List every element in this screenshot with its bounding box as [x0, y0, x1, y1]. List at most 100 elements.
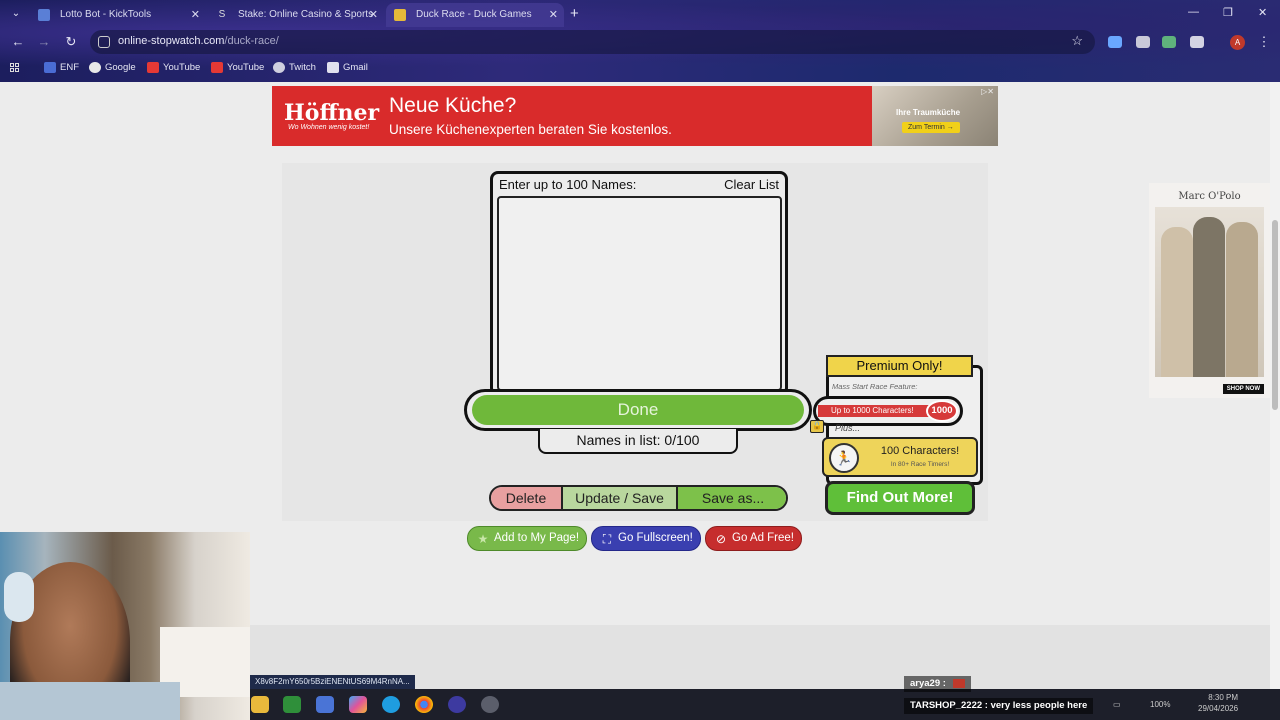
app-icon[interactable] — [316, 696, 334, 713]
tab-search-chevron-icon[interactable]: ⌄ — [6, 4, 26, 24]
model-figure — [1193, 217, 1225, 377]
bookmark-youtube[interactable]: YouTube — [147, 62, 200, 73]
maximize-icon[interactable]: ❐ — [1223, 6, 1233, 19]
delete-button[interactable]: Delete — [491, 487, 561, 509]
done-button-frame: Done — [464, 389, 812, 431]
ad-slogan: Wo Wohnen wenig kostet! — [288, 124, 370, 131]
go-fullscreen-button[interactable]: ⛶ Go Fullscreen! — [591, 526, 701, 551]
chrome-icon[interactable] — [415, 696, 433, 713]
premium-plus: Plus... — [835, 423, 861, 433]
bookmark-label: Twitch — [289, 62, 316, 73]
ad-close-icon[interactable]: ▷✕ — [981, 87, 994, 96]
gmail-icon — [327, 62, 339, 73]
tab-stake[interactable]: S Stake: Online Casino & Sports ✕ — [208, 3, 384, 27]
kitchen-photo: Ihre Traumküche Zum Termin → ▷✕ — [872, 86, 998, 146]
site-info-icon[interactable] — [98, 36, 110, 48]
reload-icon[interactable]: ↻ — [63, 34, 79, 50]
bookmark-enf[interactable]: ENF — [44, 62, 79, 73]
tab-duck-race[interactable]: Duck Race - Duck Games ✕ — [386, 3, 564, 27]
bookmark-label: Google — [105, 62, 136, 73]
extensions-puzzle-icon[interactable] — [1190, 36, 1204, 48]
tab-title: Lotto Bot - KickTools — [60, 9, 152, 20]
premium-characters-box: 🏃 100 Characters! In 80+ Race Timers! — [822, 437, 978, 477]
names-textarea[interactable] — [497, 196, 782, 391]
tab-bar: ⌄ Lotto Bot - KickTools ✕ S Stake: Onlin… — [0, 0, 1280, 28]
stake-favicon-icon: S — [218, 9, 226, 20]
profile-avatar[interactable]: A — [1230, 35, 1245, 50]
bookmark-label: YouTube — [163, 62, 201, 73]
hoeffner-logo: Höffner — [284, 100, 380, 126]
update-save-button[interactable]: Update / Save — [561, 487, 676, 509]
premium-bar-text: Up to 1000 Characters! — [818, 405, 938, 417]
omnibox[interactable]: online-stopwatch.com/duck-race/ ☆ — [90, 30, 1095, 54]
model-figure — [1161, 227, 1193, 377]
close-tab-icon[interactable]: ✕ — [549, 3, 558, 27]
ad-subline: Unsere Küchenexperten beraten Sie kosten… — [389, 122, 672, 137]
no-ads-icon: ⊘ — [715, 532, 727, 546]
names-count: Names in list: 0/100 — [538, 429, 738, 454]
obs-icon[interactable] — [481, 696, 499, 713]
close-tab-icon[interactable]: ✕ — [369, 3, 378, 27]
premium-mass-label: Mass Start Race Feature: — [832, 382, 918, 391]
marc-opolo-side-ad[interactable]: Marc O'Polo SHOP NOW — [1149, 183, 1270, 398]
extension-icon[interactable] — [1136, 36, 1150, 48]
go-ad-free-label: Go Ad Free! — [732, 532, 795, 544]
clear-list-button[interactable]: Clear List — [724, 177, 779, 192]
status-bar-url: X8v8F2mY650r5BziENENtUS69M4RnNA... — [250, 675, 415, 689]
find-out-more-button[interactable]: Find Out More! — [825, 481, 975, 515]
premium-bar-number: 1000 — [926, 400, 958, 422]
forward-icon[interactable]: → — [36, 34, 52, 49]
scrollbar-thumb[interactable] — [1272, 220, 1278, 410]
emote-icon — [952, 678, 965, 688]
browser-chrome: ⌄ Lotto Bot - KickTools ✕ S Stake: Onlin… — [0, 0, 1280, 82]
edge-icon[interactable] — [382, 696, 400, 713]
url-text: online-stopwatch.com/duck-race/ — [118, 35, 279, 47]
minimize-icon[interactable]: — — [1188, 6, 1199, 18]
file-explorer-icon[interactable] — [251, 696, 269, 713]
save-as-button[interactable]: Save as... — [676, 487, 786, 509]
close-tab-icon[interactable]: ✕ — [191, 3, 200, 27]
premium-chars-sub: In 80+ Race Timers! — [890, 461, 950, 468]
list-actions: Delete Update / Save Save as... — [489, 485, 788, 511]
tab-title: Duck Race - Duck Games — [416, 9, 532, 20]
close-window-icon[interactable]: ✕ — [1258, 6, 1267, 19]
menu-kebab-icon[interactable]: ⋮ — [1256, 34, 1272, 50]
app-icon[interactable] — [448, 696, 466, 713]
xbox-icon[interactable] — [283, 696, 301, 713]
done-button[interactable]: Done — [472, 395, 804, 425]
runner-icon: 🏃 — [829, 443, 859, 473]
streamer-shirt — [0, 682, 180, 720]
chat-overlay: arya29 : TARSHOP_2222 : very less people… — [900, 676, 1280, 720]
names-entry-panel: Enter up to 100 Names: Clear List — [490, 171, 788, 396]
hoeffner-banner-ad[interactable]: Höffner Wo Wohnen wenig kostet! Neue Küc… — [272, 86, 998, 146]
address-bar-row: ← → ↻ online-stopwatch.com/duck-race/ ☆ … — [0, 28, 1280, 56]
google-icon — [89, 62, 101, 73]
bookmark-youtube[interactable]: YouTube — [211, 62, 264, 73]
tab-title: Stake: Online Casino & Sports — [238, 9, 374, 20]
bookmark-label: ENF — [60, 62, 79, 73]
chat-text: very less people here — [990, 700, 1088, 711]
extension-icon[interactable] — [1162, 36, 1176, 48]
url-path: /duck-race/ — [224, 35, 279, 47]
shop-now-button[interactable]: SHOP NOW — [1222, 384, 1264, 394]
bookmarks-bar: ENF Google YouTube YouTube Twitch Gmail — [0, 56, 1280, 80]
back-icon[interactable]: ← — [10, 34, 26, 49]
premium-chars: 100 Characters! — [880, 445, 960, 457]
ad-cta-button[interactable]: Zum Termin → — [902, 122, 960, 133]
extension-icon[interactable] — [1108, 36, 1122, 48]
new-tab-icon[interactable]: + — [570, 5, 579, 22]
tab-lotto-bot[interactable]: Lotto Bot - KickTools ✕ — [30, 3, 206, 27]
star-icon: ★ — [477, 532, 489, 546]
names-panel-title: Enter up to 100 Names: — [499, 177, 637, 192]
bookmark-star-icon[interactable]: ☆ — [1071, 33, 1083, 49]
add-to-my-page-button[interactable]: ★ Add to My Page! — [467, 526, 587, 551]
go-ad-free-button[interactable]: ⊘ Go Ad Free! — [705, 526, 802, 551]
bookmark-gmail[interactable]: Gmail — [327, 62, 368, 73]
bookmark-google[interactable]: Google — [89, 62, 136, 73]
models-photo — [1155, 207, 1264, 377]
webcam-overlay — [0, 532, 250, 720]
bookmark-label: YouTube — [227, 62, 265, 73]
copilot-icon[interactable] — [349, 696, 367, 713]
bookmark-twitch[interactable]: Twitch — [273, 62, 316, 73]
go-fullscreen-label: Go Fullscreen! — [618, 532, 693, 544]
